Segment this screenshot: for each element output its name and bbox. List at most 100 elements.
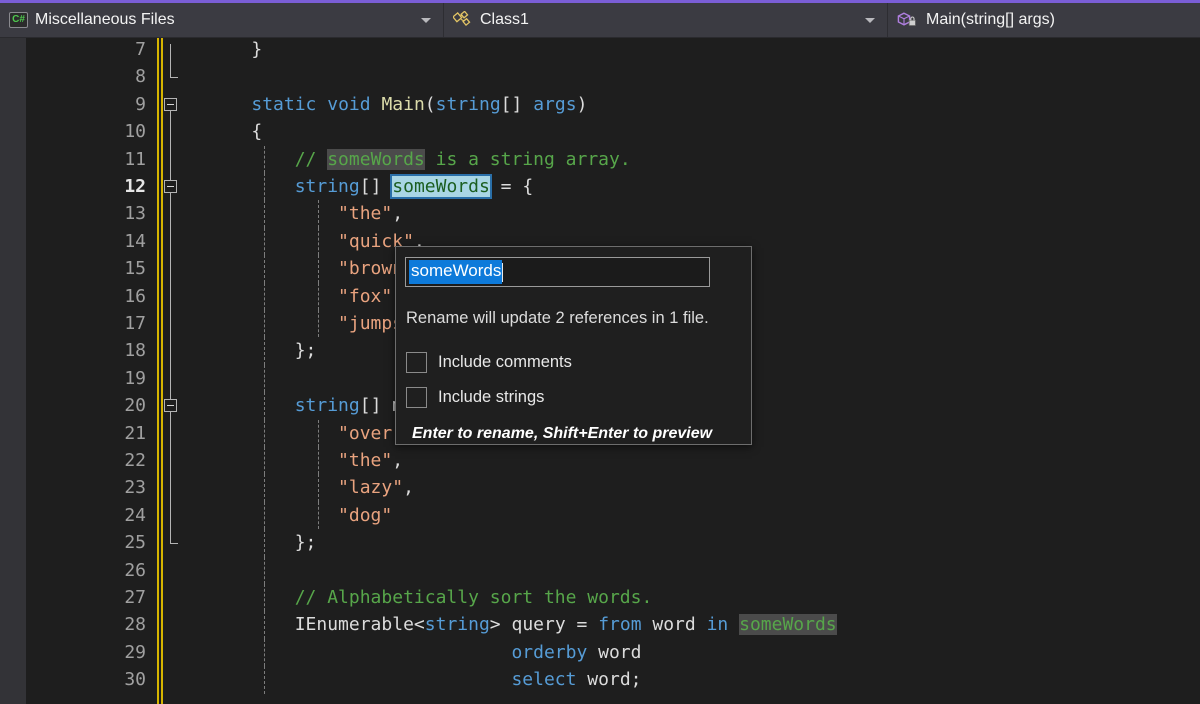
chevron-down-icon[interactable] [421,18,431,23]
code-line-text[interactable]: "jumps" [208,310,414,337]
csharp-icon-text: C# [12,15,25,25]
code-token: "lazy" [338,477,403,498]
rename-input-value: someWords [409,260,502,283]
code-token [208,149,295,170]
class-icon [453,11,473,29]
code-line[interactable]: 11 // someWords is a string array. [26,146,1200,173]
code-token [522,94,533,115]
symbol-reference-highlight[interactable]: someWords [327,149,425,170]
code-editor[interactable]: 7 }89 static void Main(string[] args)10 … [0,38,1200,704]
code-token: in [707,614,729,635]
code-token: , [392,450,403,471]
code-line[interactable]: 26 [26,557,1200,584]
code-line[interactable]: 8 [26,63,1200,90]
code-line[interactable]: 25 }; [26,529,1200,556]
code-line[interactable]: 7 } [26,38,1200,63]
breakpoint-indicator-margin[interactable] [0,38,26,704]
code-token [208,231,338,252]
code-token: }; [208,532,316,553]
code-line[interactable]: 9 static void Main(string[] args) [26,91,1200,118]
code-line[interactable]: 24 "dog" [26,502,1200,529]
include-comments-label: Include comments [438,353,572,372]
code-line[interactable]: 27 // Alphabetically sort the words. [26,584,1200,611]
code-token: string [425,614,490,635]
code-line-text[interactable]: select word; [208,666,642,693]
code-token: is a string array. [425,149,631,170]
symbol-reference-highlight[interactable]: someWords [739,614,837,635]
code-line-text[interactable]: "quick", [208,228,425,255]
code-token [208,176,295,197]
line-number: 11 [26,146,146,173]
project-dropdown[interactable]: C# Miscellaneous Files [0,3,444,37]
line-number: 12 [26,173,146,200]
include-strings-checkbox-row[interactable]: Include strings [406,387,544,408]
code-line[interactable]: 28 IEnumerable<string> query = from word… [26,611,1200,638]
code-line-text[interactable]: "over", [208,420,414,447]
code-line-text[interactable]: }; [208,337,316,364]
code-line-text[interactable]: "fox", [208,283,403,310]
code-token: select [511,669,576,690]
line-number: 7 [26,38,146,63]
code-line-text[interactable]: orderby word [208,639,641,666]
code-line[interactable]: 30 select word; [26,666,1200,693]
code-line-text[interactable]: "brown", [208,255,425,282]
code-line[interactable]: 29 orderby word [26,639,1200,666]
code-token [381,176,392,197]
code-token [208,94,251,115]
rename-dialog[interactable]: someWords Rename will update 2 reference… [395,246,752,445]
code-token [381,395,392,416]
code-token [316,94,327,115]
code-token: { [208,121,262,142]
chevron-down-icon[interactable] [865,18,875,23]
code-line[interactable]: 23 "lazy", [26,474,1200,501]
code-token: , [392,203,403,224]
project-dropdown-label: Miscellaneous Files [35,11,175,29]
rename-inline-field[interactable]: someWords [392,176,490,197]
code-line[interactable]: 13 "the", [26,200,1200,227]
type-dropdown[interactable]: Class1 [444,3,888,37]
code-token: "dog" [338,505,392,526]
code-line-text[interactable]: { [208,118,262,145]
code-line-text[interactable]: // Alphabetically sort the words. [208,584,652,611]
code-token: , [403,477,414,498]
code-line[interactable]: 10 { [26,118,1200,145]
code-line-text[interactable]: "the", [208,447,403,474]
code-line-text[interactable]: } [208,38,262,63]
include-strings-label: Include strings [438,388,544,407]
code-token: [] [360,395,382,416]
include-strings-checkbox[interactable] [406,387,427,408]
code-line-text[interactable]: "dog" [208,502,392,529]
code-token: from [598,614,641,635]
code-line-text[interactable]: }; [208,529,316,556]
rename-input[interactable]: someWords [405,257,710,287]
line-number: 27 [26,584,146,611]
line-number: 8 [26,63,146,90]
code-line[interactable]: 12 string[] someWords = { [26,173,1200,200]
code-token: // Alphabetically sort the words. [295,587,653,608]
code-line-text[interactable]: IEnumerable<string> query = from word in… [208,611,837,638]
member-dropdown[interactable]: Main(string[] args) [888,3,1200,37]
code-token: "the" [338,450,392,471]
include-comments-checkbox[interactable] [406,352,427,373]
code-token: < [414,614,425,635]
code-token: ) [577,94,588,115]
code-token [208,313,338,334]
line-number: 13 [26,200,146,227]
include-comments-checkbox-row[interactable]: Include comments [406,352,572,373]
code-token: "fox" [338,286,392,307]
code-token: }; [208,340,316,361]
code-line-text[interactable]: static void Main(string[] args) [208,91,587,118]
code-token: IEnumerable [295,614,414,635]
code-line-text[interactable]: string[] someWords = { [208,173,533,200]
code-token [208,395,295,416]
code-token: "over" [338,423,403,444]
code-token [371,94,382,115]
visual-studio-editor-window: C# Miscellaneous Files Class1 [0,0,1200,704]
code-token: static [251,94,316,115]
code-line[interactable]: 22 "the", [26,447,1200,474]
code-line-text[interactable]: // someWords is a string array. [208,146,631,173]
code-token: } [208,39,262,60]
code-line-text[interactable]: "lazy", [208,474,414,501]
code-line-text[interactable]: "the", [208,200,403,227]
line-number: 10 [26,118,146,145]
